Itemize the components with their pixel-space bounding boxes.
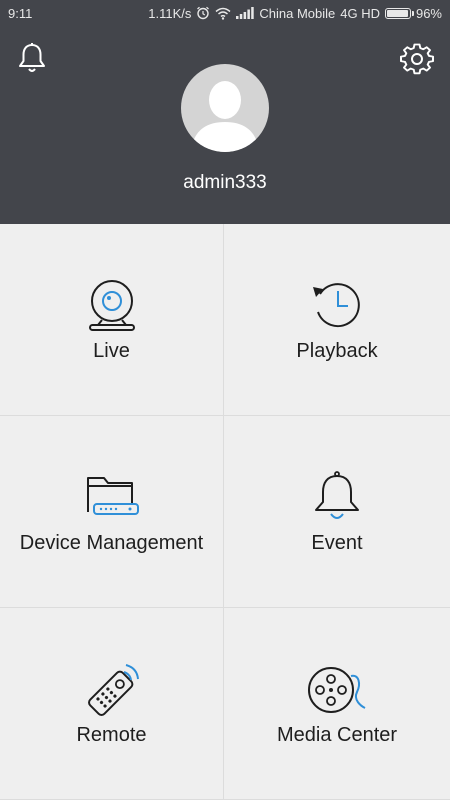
carrier-name: China Mobile xyxy=(259,5,336,21)
gear-icon xyxy=(400,43,434,75)
network-speed: 1.11K/s xyxy=(148,5,192,21)
menu-tile-label: Event xyxy=(311,532,363,554)
battery-percent: 96% xyxy=(415,5,442,21)
event-bell-icon xyxy=(315,471,359,519)
menu-tile-label: Media Center xyxy=(276,724,398,746)
folder-device-icon xyxy=(86,477,139,515)
status-time: 9:11 xyxy=(8,5,33,21)
signal-icon xyxy=(236,7,255,19)
wifi-icon xyxy=(215,7,231,20)
notifications-button[interactable] xyxy=(17,42,47,74)
network-type: 4G HD xyxy=(340,5,380,21)
settings-button[interactable] xyxy=(400,42,434,76)
menu-tile-label: Remote xyxy=(76,724,147,746)
menu-tile-event[interactable]: Event xyxy=(224,416,450,608)
menu-tile-label: Live xyxy=(93,340,130,362)
menu-tile-device-management[interactable]: Device Management xyxy=(0,416,224,608)
remote-control-icon xyxy=(87,664,139,716)
film-reel-icon xyxy=(308,667,366,713)
status-bar: 9:11 1.11K/s China Mobile 4G HD 96% xyxy=(0,0,450,26)
battery-icon xyxy=(384,7,414,19)
menu-tile-media-center[interactable]: Media Center xyxy=(224,608,450,800)
menu-tile-live[interactable]: Live xyxy=(0,224,224,416)
username: admin333 xyxy=(183,172,267,193)
menu-tile-label: Playback xyxy=(296,340,378,362)
history-clock-icon xyxy=(313,283,360,328)
menu-tile-playback[interactable]: Playback xyxy=(224,224,450,416)
bell-icon xyxy=(19,43,45,72)
menu-tile-label: Device Management xyxy=(19,532,204,554)
main-menu-grid: Live Playback Device Management Event Re… xyxy=(0,224,450,800)
profile-header: admin333 xyxy=(0,26,450,224)
alarm-icon xyxy=(197,6,210,20)
user-avatar-icon xyxy=(191,81,259,152)
status-indicators: 1.11K/s China Mobile 4G HD 96% xyxy=(148,6,442,21)
menu-tile-remote[interactable]: Remote xyxy=(0,608,224,800)
avatar[interactable] xyxy=(181,64,269,152)
webcam-icon xyxy=(88,280,135,331)
